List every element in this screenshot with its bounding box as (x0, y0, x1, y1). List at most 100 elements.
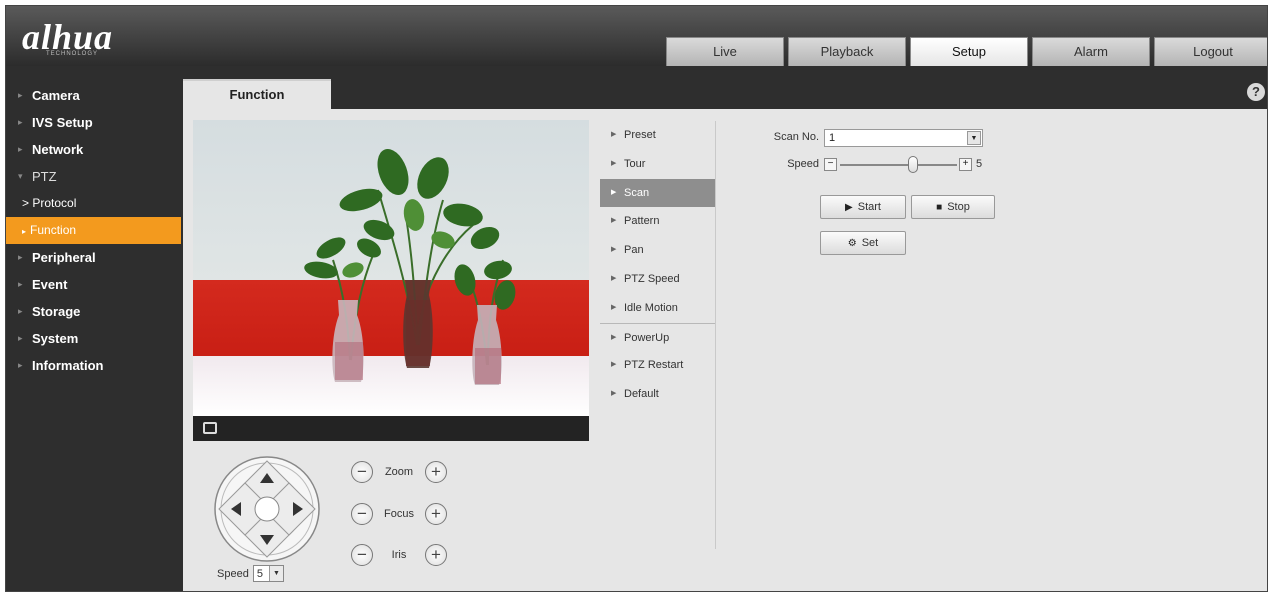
ptz-speed-select[interactable]: 5 ▼ (252, 565, 284, 582)
stop-icon: ■ (936, 201, 943, 213)
bullet-icon: ▶ (611, 333, 617, 341)
bullet-icon: ▸ (18, 333, 23, 343)
menu-item-idle-motion[interactable]: ▶ Idle Motion (600, 294, 715, 323)
tab-alarm[interactable]: Alarm (1032, 37, 1150, 66)
bullet-icon: ▸ (18, 90, 23, 100)
iris-label: Iris (391, 549, 407, 561)
sidebar-item-label: Camera (32, 88, 80, 103)
sidebar-item-label: PTZ (32, 169, 57, 184)
menu-item-label: Idle Motion (624, 301, 678, 314)
focus-label: Focus (384, 508, 414, 520)
content-tabbar: Function ? (181, 79, 1267, 109)
sidebar-subitem-function[interactable]: ▸ Function (6, 217, 181, 244)
focus-far-button[interactable]: + (425, 503, 447, 525)
focus-row: − Focus + (351, 503, 447, 525)
slider-thumb[interactable] (907, 156, 918, 173)
scan-set-button[interactable]: ⚙ Set (820, 231, 906, 255)
scan-stop-button[interactable]: ■ Stop (911, 195, 995, 219)
brand-logo-subtitle: TECHNOLOGY (46, 51, 99, 57)
menu-item-ptz-restart[interactable]: ▶ PTZ Restart (600, 351, 715, 380)
direction-pad (214, 456, 320, 562)
sidebar-item-system[interactable]: ▸ System (6, 325, 181, 352)
scan-no-label: Scan No. (773, 131, 819, 143)
bullet-icon: ▸ (18, 252, 23, 262)
zoom-out-button[interactable]: − (351, 461, 373, 483)
menu-item-label: PTZ Speed (624, 272, 680, 285)
sidebar-item-label: System (32, 331, 79, 346)
sidebar-item-label: IVS Setup (32, 115, 93, 130)
menu-item-label: Pan (624, 244, 644, 257)
ptz-speed-row: Speed 5 ▼ (217, 565, 284, 582)
sidebar-item-label: Peripheral (32, 250, 96, 265)
tab-function[interactable]: Function (183, 79, 331, 109)
bullet-icon: ▶ (611, 246, 617, 254)
snapshot-icon[interactable] (203, 422, 217, 434)
ptz-speed-label: Speed (217, 567, 249, 580)
speed-decrease-button[interactable]: − (824, 158, 837, 171)
menu-item-label: Pattern (624, 215, 660, 228)
gear-icon: ⚙ (847, 237, 857, 249)
sidebar-item-storage[interactable]: ▸ Storage (6, 298, 181, 325)
bullet-icon: ▶ (611, 131, 617, 138)
help-icon[interactable]: ? (1247, 83, 1265, 101)
menu-item-default[interactable]: ▶ Default (600, 380, 715, 409)
sidebar-item-information[interactable]: ▸ Information (6, 352, 181, 379)
sidebar-subitem-protocol[interactable]: > Protocol (6, 190, 181, 217)
scan-no-select[interactable]: 1 ▼ (824, 129, 983, 147)
sidebar-item-network[interactable]: ▸ Network (6, 136, 181, 163)
live-video-preview (193, 120, 589, 416)
panel-divider (715, 121, 716, 549)
menu-item-powerup[interactable]: ▶ PowerUp (600, 322, 715, 352)
bullet-icon: ▸ (18, 306, 23, 316)
sidebar-item-peripheral[interactable]: ▸ Peripheral (6, 244, 181, 271)
bullet-icon: ▶ (611, 274, 617, 282)
sidebar-item-label: Event (32, 277, 68, 292)
menu-item-label: Scan (624, 186, 650, 199)
menu-item-pan[interactable]: ▶ Pan (600, 236, 715, 265)
bullet-icon: ▸ (22, 227, 27, 236)
menu-item-label: Default (624, 388, 659, 401)
bullet-icon: ▸ (18, 360, 23, 370)
iris-row: − Iris + (351, 544, 447, 566)
bullet-icon: ▸ (18, 279, 23, 289)
menu-item-pattern[interactable]: ▶ Pattern (600, 207, 715, 236)
zoom-in-button[interactable]: + (425, 461, 447, 483)
menu-item-tour[interactable]: ▶ Tour (600, 150, 715, 179)
bullet-icon: ▶ (611, 159, 617, 167)
focus-near-button[interactable]: − (351, 503, 373, 525)
header: alhua TECHNOLOGY Live Playback Setup Ala… (6, 6, 1267, 66)
sidebar-item-ptz[interactable]: ▾ PTZ (6, 163, 181, 190)
zoom-row: − Zoom + (351, 461, 447, 483)
speed-increase-button[interactable]: + (959, 158, 972, 171)
sidebar-item-label: Network (32, 142, 84, 157)
bullet-icon: ▸ (18, 117, 23, 127)
play-icon: ▶ (845, 201, 853, 213)
main-nav-tabs: Live Playback Setup Alarm Logout (666, 37, 1267, 66)
scan-speed-label: Speed (787, 158, 819, 170)
tab-setup[interactable]: Setup (910, 37, 1028, 66)
iris-close-button[interactable]: − (351, 544, 373, 566)
scan-speed-value: 5 (976, 158, 983, 170)
bullet-icon: ▶ (611, 390, 617, 398)
scan-no-value: 1 (829, 132, 836, 144)
auto-pan-button[interactable] (254, 496, 280, 522)
ptz-speed-value: 5 (256, 567, 263, 580)
iris-open-button[interactable]: + (425, 544, 447, 566)
menu-item-preset[interactable]: ▶ Preset (600, 121, 715, 150)
menu-item-scan[interactable]: ▶ Scan (600, 178, 715, 208)
sidebar-item-ivs-setup[interactable]: ▸ IVS Setup (6, 109, 181, 136)
tab-playback[interactable]: Playback (788, 37, 906, 66)
scan-start-button[interactable]: ▶ Start (820, 195, 906, 219)
sidebar-item-camera[interactable]: ▸ Camera (6, 82, 181, 109)
camera-scene-image (193, 120, 589, 416)
sidebar-item-event[interactable]: ▸ Event (6, 271, 181, 298)
menu-item-ptz-speed[interactable]: ▶ PTZ Speed (600, 265, 715, 294)
sidebar-item-label: Function (30, 223, 77, 237)
sidebar: ▸ Camera ▸ IVS Setup ▸ Network ▾ PTZ > Proto… (6, 82, 181, 379)
slider-track (840, 164, 957, 166)
scan-speed-slider[interactable]: − + 5 (824, 155, 984, 175)
sidebar-item-label: Storage (32, 304, 81, 319)
bullet-icon: ▶ (611, 303, 617, 311)
tab-live[interactable]: Live (666, 37, 784, 66)
tab-logout[interactable]: Logout (1154, 37, 1267, 66)
